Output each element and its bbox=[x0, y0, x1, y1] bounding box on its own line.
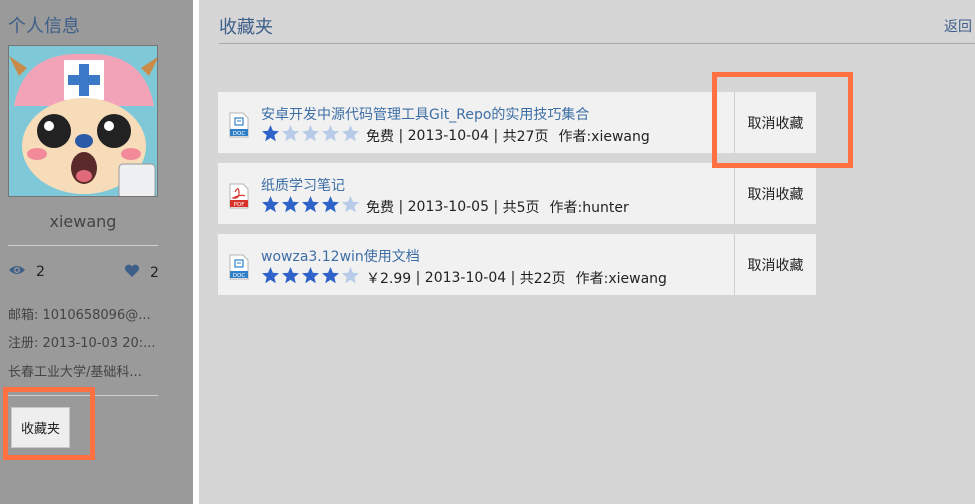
page-title: 收藏夹 bbox=[219, 17, 273, 38]
star-filled-icon bbox=[261, 266, 280, 289]
username: xiewang bbox=[49, 212, 117, 231]
list-item: DOC wowza3.12win使用文档 ￥2.99 | 2013-10-04 | … bbox=[218, 234, 816, 295]
rating-stars bbox=[261, 124, 360, 147]
separator: | bbox=[394, 198, 408, 215]
document-meta: ￥2.99 | 2013-10-04 | 共22页 作者:xiewang bbox=[261, 266, 667, 289]
star-filled-icon bbox=[321, 195, 340, 218]
separator: | bbox=[489, 127, 503, 144]
separator: | bbox=[411, 269, 425, 286]
unfavorite-button[interactable]: 取消收藏 bbox=[734, 234, 816, 295]
star-filled-icon bbox=[321, 266, 340, 289]
email-info: 邮箱: 1010658096@... bbox=[8, 308, 151, 323]
vertical-divider bbox=[193, 0, 199, 504]
pdf-file-icon: PDF bbox=[229, 183, 249, 209]
star-empty-icon bbox=[341, 195, 360, 218]
page-count: 共5页 bbox=[502, 199, 540, 216]
page-count: 共22页 bbox=[519, 270, 566, 287]
profile-sidebar: 个人信息 xiewang 2 2 邮箱: 1010658096@... 注册: … bbox=[0, 0, 193, 504]
page-count: 共27页 bbox=[502, 128, 549, 145]
author: 作者:hunter bbox=[549, 199, 629, 216]
star-empty-icon bbox=[321, 124, 340, 147]
price: 免费 bbox=[366, 128, 394, 145]
star-filled-icon bbox=[261, 195, 280, 218]
separator: | bbox=[506, 269, 520, 286]
star-filled-icon bbox=[281, 266, 300, 289]
document-meta: 免费 | 2013-10-05 | 共5页 作者:hunter bbox=[261, 195, 629, 218]
views-stat: 2 bbox=[8, 264, 45, 280]
separator: | bbox=[489, 198, 503, 215]
rating-stars bbox=[261, 195, 360, 218]
list-item: PDF 纸质学习笔记 免费 | 2013-10-05 | 共5页 作者:hunter 取… bbox=[218, 163, 816, 224]
document-title-link[interactable]: 纸质学习笔记 bbox=[261, 175, 345, 195]
file-type-label: DOC bbox=[233, 131, 246, 137]
rating-stars bbox=[261, 266, 360, 289]
upload-date: 2013-10-04 bbox=[424, 269, 507, 286]
doc-file-icon: DOC bbox=[229, 254, 249, 280]
file-type-label: DOC bbox=[233, 273, 246, 279]
heart-icon bbox=[124, 264, 140, 282]
title-divider bbox=[219, 43, 975, 44]
star-filled-icon bbox=[281, 195, 300, 218]
star-filled-icon bbox=[261, 124, 280, 147]
document-title-link[interactable]: wowza3.12win使用文档 bbox=[261, 246, 420, 266]
highlight-box bbox=[3, 387, 95, 460]
school-info: 长春工业大学/基础科... bbox=[8, 365, 142, 380]
price: ￥2.99 bbox=[366, 270, 412, 287]
star-empty-icon bbox=[341, 124, 360, 147]
price: 免费 bbox=[366, 199, 394, 216]
sidebar-divider bbox=[8, 245, 158, 246]
star-empty-icon bbox=[281, 124, 300, 147]
sidebar-title: 个人信息 bbox=[8, 16, 80, 37]
registered-info: 注册: 2013-10-03 20:... bbox=[8, 336, 156, 351]
author: 作者:xiewang bbox=[575, 270, 667, 287]
doc-file-icon: DOC bbox=[229, 112, 249, 138]
highlight-box bbox=[712, 72, 853, 168]
likes-stat: 2 bbox=[124, 264, 159, 282]
separator: | bbox=[394, 127, 408, 144]
unfavorite-button[interactable]: 取消收藏 bbox=[734, 163, 816, 224]
views-count: 2 bbox=[36, 264, 45, 280]
upload-date: 2013-10-05 bbox=[407, 198, 489, 215]
back-link[interactable]: 返回 bbox=[944, 16, 972, 36]
avatar bbox=[8, 45, 158, 197]
star-filled-icon bbox=[301, 266, 320, 289]
star-empty-icon bbox=[341, 266, 360, 289]
document-title-link[interactable]: 安卓开发中源代码管理工具Git_Repo的实用技巧集合 bbox=[261, 104, 589, 124]
upload-date: 2013-10-04 bbox=[407, 127, 489, 144]
eye-icon bbox=[8, 264, 26, 280]
star-filled-icon bbox=[301, 195, 320, 218]
star-empty-icon bbox=[301, 124, 320, 147]
author: 作者:xiewang bbox=[558, 128, 650, 145]
file-type-label: PDF bbox=[234, 202, 245, 208]
document-meta: 免费 | 2013-10-04 | 共27页 作者:xiewang bbox=[261, 124, 650, 147]
likes-count: 2 bbox=[150, 265, 159, 281]
